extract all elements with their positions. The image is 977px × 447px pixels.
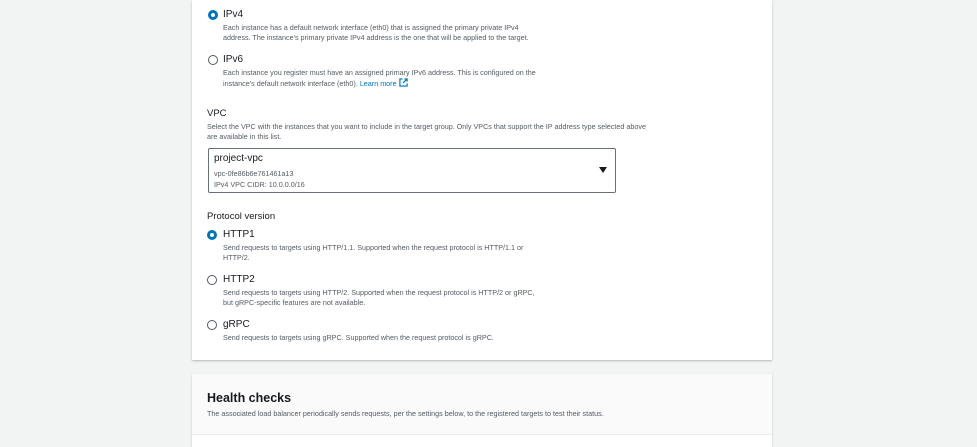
health-checks-card: Health checks The associated load balanc… (192, 374, 772, 447)
ipv4-radio[interactable] (208, 10, 218, 20)
health-checks-title: Health checks (207, 391, 292, 405)
caret-down-icon[interactable] (599, 167, 607, 173)
ipv4-label: IPv4 (223, 9, 244, 20)
learn-more-link[interactable]: Learn more (360, 79, 397, 88)
http2-description: Send requests to targets using HTTP/2. S… (223, 288, 535, 307)
vpc-selected-id: vpc-0fe86b6e761461a13 (214, 169, 294, 178)
ipv6-label: IPv6 (223, 54, 244, 65)
http2-radio[interactable] (207, 275, 217, 285)
external-link-icon[interactable] (398, 78, 408, 87)
vpc-select[interactable]: project-vpc vpc-0fe86b6e761461a13 IPv4 V… (208, 148, 616, 193)
http1-label: HTTP1 (223, 229, 255, 240)
http1-radio[interactable] (207, 230, 217, 240)
grpc-description: Send requests to targets using gRPC. Sup… (223, 333, 494, 342)
vpc-label: VPC (207, 108, 227, 119)
ipv4-description: Each instance has a default network inte… (223, 23, 529, 42)
vpc-selected-cidr: IPv4 VPC CIDR: 10.0.0.0/16 (214, 180, 305, 189)
ipv6-radio[interactable] (208, 55, 218, 65)
protocol-version-label: Protocol version (207, 211, 276, 222)
ipv6-description: Each instance you register must have an … (223, 68, 536, 88)
health-checks-description: The associated load balancer periodicall… (207, 409, 604, 418)
http2-label: HTTP2 (223, 274, 255, 285)
http1-description: Send requests to targets using HTTP/1.1.… (223, 243, 524, 262)
grpc-radio[interactable] (207, 320, 217, 330)
vpc-description: Select the VPC with the instances that y… (207, 122, 646, 141)
page: IPv4 Each instance has a default network… (0, 0, 977, 447)
grpc-label: gRPC (223, 319, 250, 330)
health-checks-header: Health checks The associated load balanc… (192, 374, 772, 435)
vpc-selected-name: project-vpc (214, 153, 263, 164)
